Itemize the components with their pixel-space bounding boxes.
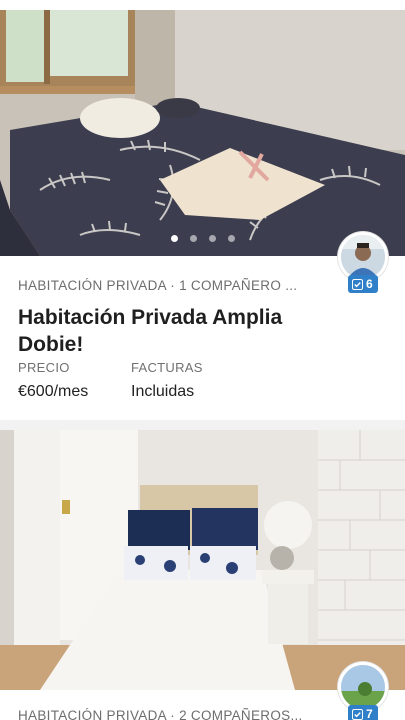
divider — [0, 420, 405, 430]
pagination-dot — [208, 235, 216, 242]
bills-block: FACTURAS Incluidas — [131, 360, 203, 401]
listing-photo[interactable] — [0, 430, 405, 690]
host-photo — [341, 235, 385, 279]
listing-photo[interactable] — [0, 10, 405, 256]
price-label: PRECIO — [18, 360, 70, 375]
host-avatar[interactable]: 6 — [338, 232, 388, 293]
listing-title[interactable]: Habitación Privada Amplia Dobie! — [18, 304, 348, 358]
bedroom-photo — [0, 10, 405, 256]
price-block: PRECIO €600/mes — [18, 360, 88, 401]
check-icon — [352, 708, 363, 720]
verified-badge: 6 — [348, 275, 378, 293]
pagination-dot — [227, 235, 235, 242]
bills-label: FACTURAS — [131, 360, 203, 375]
host-photo — [341, 665, 385, 709]
verified-count: 6 — [366, 277, 373, 291]
bedroom-photo — [0, 430, 405, 690]
room-type-label: HABITACIÓN PRIVADA · 1 COMPAÑERO ... — [18, 278, 298, 293]
room-type-label: HABITACIÓN PRIVADA · 2 COMPAÑEROS... — [18, 708, 303, 720]
listing-card[interactable]: 6 HABITACIÓN PRIVADA · 1 COMPAÑERO ... H… — [0, 0, 405, 430]
bills-value: Incluidas — [131, 383, 195, 400]
pagination-dot — [189, 235, 197, 242]
price-value: €600/mes — [18, 383, 89, 400]
listing-card[interactable]: 7 HABITACIÓN PRIVADA · 2 COMPAÑEROS... — [0, 430, 405, 720]
verified-badge: 7 — [348, 705, 378, 720]
check-icon — [352, 278, 363, 290]
verified-count: 7 — [366, 707, 373, 720]
host-avatar[interactable]: 7 — [338, 662, 388, 720]
pagination-dot — [170, 235, 178, 242]
